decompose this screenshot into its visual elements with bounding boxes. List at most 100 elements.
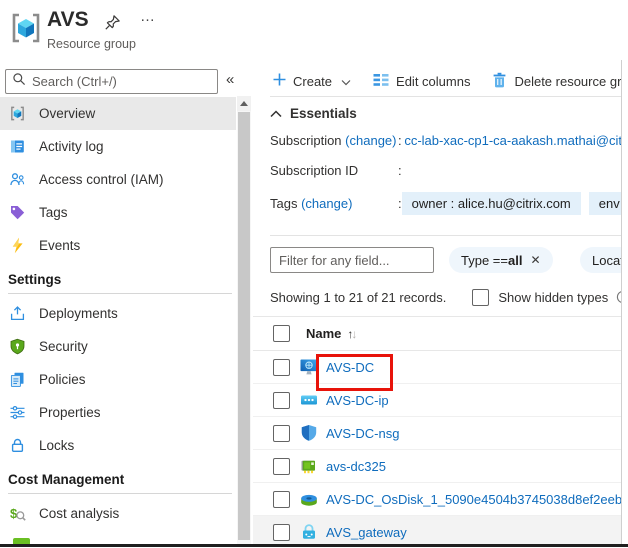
name-column-header[interactable]: Name [306,326,341,341]
sidebar-item-security[interactable]: Security [0,330,236,363]
tags-change-link[interactable]: (change) [301,196,352,211]
sidebar-item-label: Properties [39,405,101,420]
sidebar-item-label: Locks [39,438,74,453]
divider [270,235,622,236]
type-filter-pill[interactable]: Type == all ✕ [449,247,553,273]
type-filter-prefix: Type == [461,253,508,268]
sidebar-nav: Overview Activity log [0,97,236,544]
row-checkbox[interactable] [273,491,290,508]
create-label: Create [293,74,332,89]
divider [8,493,232,494]
sidebar-item-label: Security [39,339,88,354]
sidebar-item-policies[interactable]: Policies [0,363,236,396]
scrollbar-thumb[interactable] [238,112,250,540]
network-interface-icon [300,457,318,475]
sidebar-item-label: Access control (IAM) [39,172,164,187]
virtual-network-gateway-icon [300,523,318,541]
policies-icon [9,371,26,388]
resource-group-icon [8,10,44,51]
tags-row: Tags (change) : owner : alice.hu@citrix.… [270,193,622,213]
table-row-avs-dc-ip[interactable]: AVS-DC-ip [253,384,622,417]
resource-link[interactable]: AVS-DC-nsg [326,426,399,441]
create-button[interactable]: Create [273,73,351,89]
filter-input[interactable] [270,247,434,273]
edit-columns-button[interactable]: Edit columns [373,73,470,90]
more-actions-button[interactable]: … [140,8,156,25]
subscription-change-link[interactable]: (change) [345,133,396,148]
tag-pill-owner[interactable]: owner : alice.hu@citrix.com [402,192,581,215]
sidebar-item-events[interactable]: Events [0,229,236,262]
resource-link[interactable]: avs-dc325 [326,459,386,474]
sidebar-item-tags[interactable]: Tags [0,196,236,229]
sidebar-item-cost-analysis[interactable]: $ Cost analysis [0,497,236,530]
pin-icon[interactable] [104,14,121,36]
search-icon [12,72,26,91]
records-count-text: Showing 1 to 21 of 21 records. [270,290,446,305]
sidebar-item-access-control[interactable]: Access control (IAM) [0,163,236,196]
resource-link[interactable]: AVS-DC [326,360,374,375]
show-hidden-types-checkbox[interactable] [472,289,489,306]
sidebar-item-locks[interactable]: Locks [0,429,236,462]
row-checkbox[interactable] [273,359,290,376]
close-icon[interactable]: ✕ [530,253,540,267]
subscription-label: Subscription (change) [270,133,398,148]
public-ip-address-icon [300,391,318,409]
table-row-avs-dc325[interactable]: avs-dc325 [253,450,622,483]
row-checkbox[interactable] [273,392,290,409]
resource-link[interactable]: AVS-DC_OsDisk_1_5090e4504b3745038d8ef2ee… [326,492,622,507]
records-summary-row: Showing 1 to 21 of 21 records. Show hidd… [270,287,622,307]
sidebar-item-label: Events [39,238,80,253]
location-filter-label: Location [592,253,622,268]
row-checkbox[interactable] [273,458,290,475]
lock-icon [9,437,26,454]
access-control-icon [9,171,26,188]
tag-pill-env[interactable]: env [589,192,622,215]
content-right-border [621,60,622,544]
sidebar-item-label: Overview [39,106,95,121]
table-row-avs-dc-osdisk[interactable]: AVS-DC_OsDisk_1_5090e4504b3745038d8ef2ee… [253,483,622,516]
delete-label: Delete resource group [514,74,622,89]
properties-sliders-icon [9,404,26,421]
subscription-row: Subscription (change) : cc-lab-xac-cp1-c… [270,130,622,150]
resource-group-cube-icon [9,105,26,122]
sidebar-item-overview[interactable]: Overview [0,97,236,130]
resource-link[interactable]: AVS_gateway [326,525,407,540]
settings-group-title: Settings [0,262,236,293]
chevron-up-icon [270,106,282,121]
row-checkbox[interactable] [273,524,290,541]
network-security-group-icon [300,424,318,442]
sort-descending-icon[interactable]: ↓ [351,327,357,341]
collapse-sidebar-button[interactable]: « [226,71,234,88]
scrollbar-up-arrow[interactable] [237,96,251,111]
subscription-value-link[interactable]: cc-lab-xac-cp1-ca-aakash.mathai@cit [404,133,622,148]
search-input[interactable] [32,74,211,89]
essentials-title: Essentials [290,106,357,121]
sidebar-item-deployments[interactable]: Deployments [0,297,236,330]
row-checkbox[interactable] [273,425,290,442]
virtual-machine-icon [300,358,318,376]
resource-link[interactable]: AVS-DC-ip [326,393,389,408]
show-hidden-types-label: Show hidden types [498,290,608,305]
delete-resource-group-button[interactable]: Delete resource group [492,72,622,91]
table-row-avs-dc-nsg[interactable]: AVS-DC-nsg [253,417,622,450]
colon: : [398,163,412,178]
main-content: Create [253,60,622,544]
sidebar-item-activity-log[interactable]: Activity log [0,130,236,163]
cost-management-group-title: Cost Management [0,462,236,493]
location-filter-pill[interactable]: Location [580,247,622,273]
divider [270,96,622,97]
sidebar-scrollbar[interactable] [237,96,251,544]
sidebar-item-properties[interactable]: Properties [0,396,236,429]
tag-icon [9,204,26,221]
subscription-id-label: Subscription ID [270,163,398,178]
table-row-avs-gateway[interactable]: AVS_gateway [253,516,622,544]
select-all-checkbox[interactable] [273,325,290,342]
edit-columns-icon [373,73,389,90]
table-row-avs-dc[interactable]: AVS-DC [253,351,622,384]
window-bottom-edge [0,544,628,547]
trash-icon [492,72,507,91]
azure-resource-group-page: AVS … Resource group « [0,0,628,548]
sidebar-search[interactable] [5,69,218,94]
activity-log-icon [9,138,26,155]
essentials-toggle[interactable]: Essentials [270,106,357,121]
